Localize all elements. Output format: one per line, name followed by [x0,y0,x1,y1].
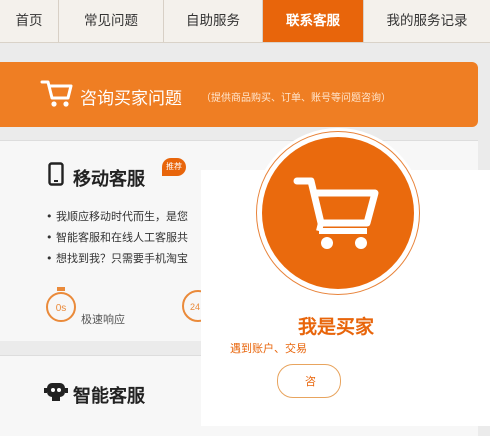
list-item: • 我顺应移动时代而生，是您 [46,210,188,223]
stopwatch-icon: 0s [46,287,76,322]
cart-icon [40,80,73,107]
list-item: • 想找到我？只需要手机淘宝 [46,252,188,265]
phone-icon [48,162,64,186]
tab-self-service[interactable]: 自助服务 [164,0,263,42]
tab-home[interactable]: 首页 [0,0,59,42]
fast-response-label: 极速响应 [81,313,125,326]
stopwatch-text: 0s [56,303,67,314]
popup-title: 我是买家 [298,316,375,338]
tab-faq[interactable]: 常见问题 [59,0,164,42]
clock-24h-text: 24 [190,302,200,312]
consult-button-label: 咨 [305,375,316,388]
banner-title: 咨询买家问题 [80,89,182,109]
tab-contact-service[interactable]: 联系客服 [263,0,364,42]
recommend-badge: 推荐 [162,158,186,176]
banner-subtitle: （提供商品购买、订单、账号等问题咨询） [201,93,391,104]
top-nav: 首页 常见问题 自助服务 联系客服 我的服务记录 [0,0,490,43]
mobile-service-title: 移动客服 [73,169,145,190]
list-item: • 智能客服和在线人工客服共 [46,231,188,244]
popup-description: 遇到账户、交易 [230,342,307,355]
buyer-circle[interactable] [253,128,423,298]
consult-button[interactable]: 咨 [277,364,341,398]
cart-icon [293,177,379,249]
tab-my-service-records[interactable]: 我的服务记录 [364,0,490,42]
smart-service-title: 智能客服 [73,386,145,407]
buyer-inquiry-banner[interactable]: 咨询买家问题 （提供商品购买、订单、账号等问题咨询） [0,62,478,127]
robot-icon [44,383,68,401]
